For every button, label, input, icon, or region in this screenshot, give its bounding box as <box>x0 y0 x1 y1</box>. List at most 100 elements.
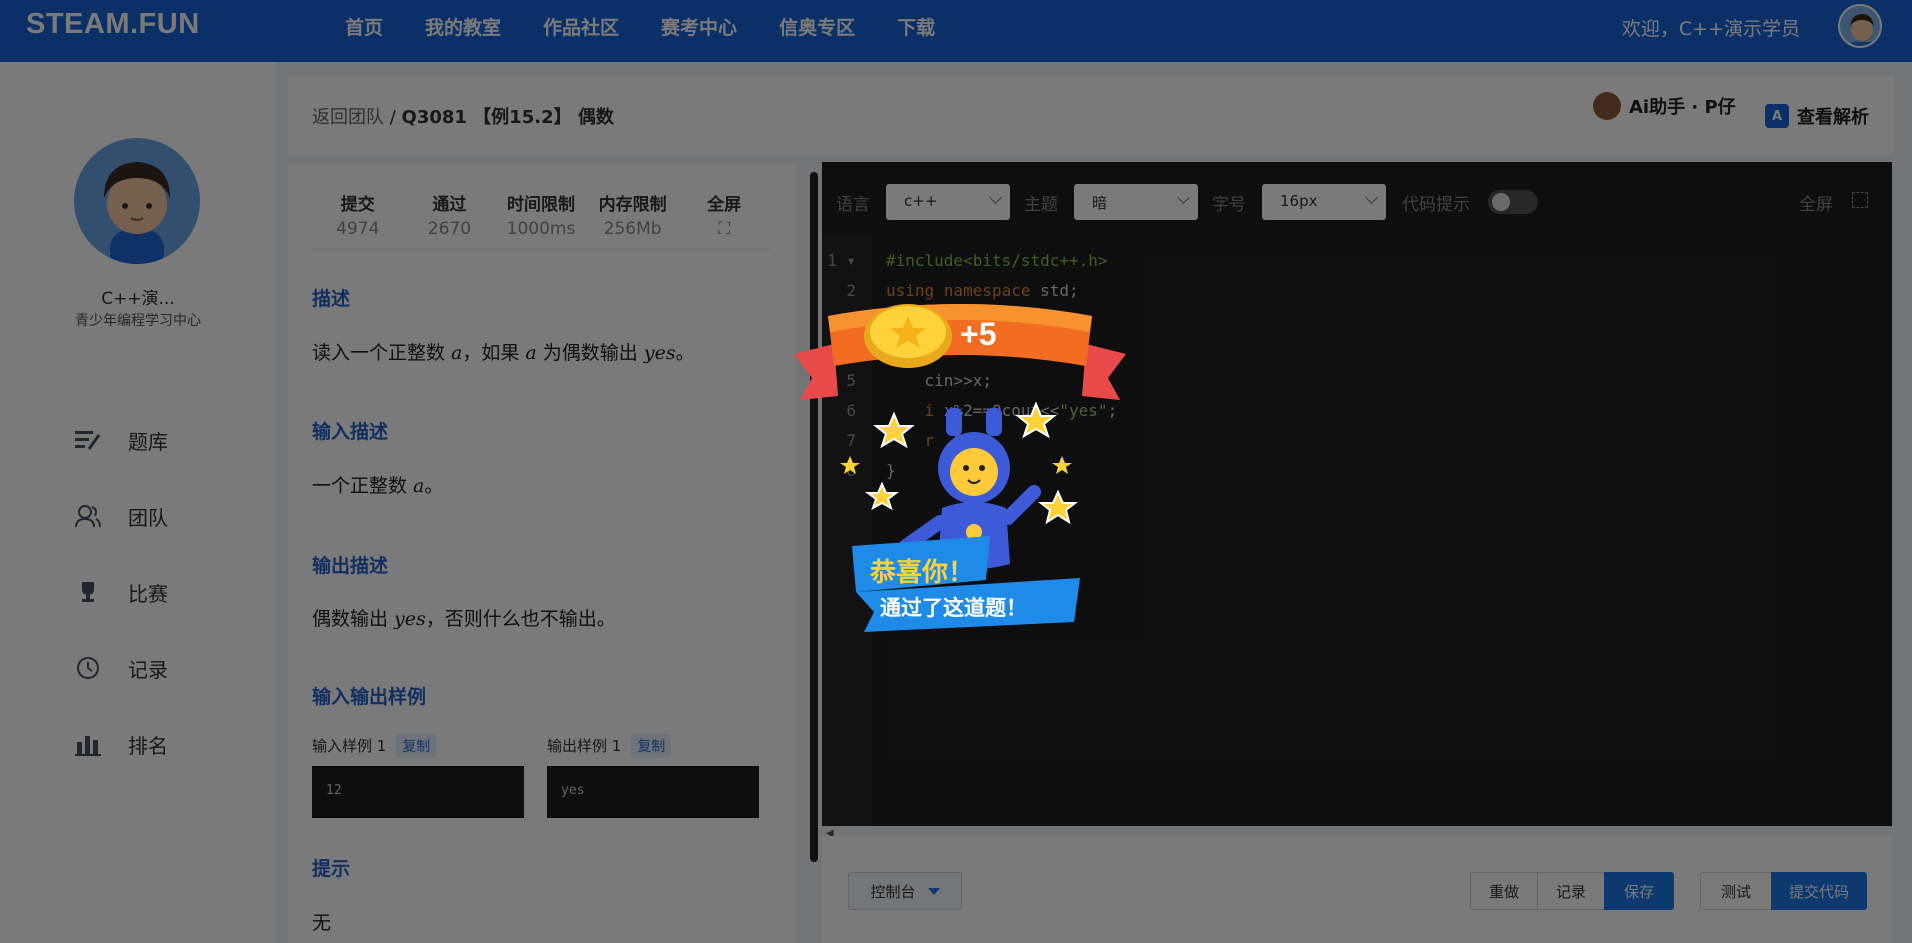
nav-olympiad[interactable]: 信奥专区 <box>779 13 855 40</box>
code-line: 4 <box>846 341 856 360</box>
font-size-value: 16px <box>1280 192 1318 210</box>
editor-toolbar: 语言 c++ 主题 暗 字号 16px 代码提示 全屏 <box>822 162 1892 234</box>
description-text: 读入一个正整数 a，如果 a 为偶数输出 yes。 <box>312 342 695 364</box>
records-button[interactable]: 记录 <box>1537 872 1605 910</box>
main-nav: 首页 我的教室 作品社区 赛考中心 信奥专区 下载 <box>345 0 977 52</box>
code-line: 6 i x%2==0cout<<"yes"; <box>846 401 1118 420</box>
save-button[interactable]: 保存 <box>1604 872 1674 910</box>
breadcrumb: 返回团队 / Q3081 【例15.2】 偶数 <box>312 103 614 129</box>
editor-actions: 控制台 重做 记录 保存 测试 提交代码 <box>822 836 1892 943</box>
code-line: 8} <box>846 461 896 480</box>
hint-text: 无 <box>312 912 332 934</box>
bar-chart-icon <box>74 730 102 758</box>
stat-time-limit: 时间限制 1000ms <box>495 190 587 249</box>
sidebar-item-label: 比赛 <box>128 581 168 606</box>
user-subtitle: 青少年编程学习中心 <box>75 313 201 329</box>
nav-my-classroom[interactable]: 我的教室 <box>425 13 501 40</box>
sidebar-item-label: 题库 <box>128 429 168 454</box>
sidebar-item-ranking[interactable]: 排名 <box>74 706 168 782</box>
console-label: 控制台 <box>870 882 916 901</box>
language-label: 语言 <box>836 195 870 215</box>
user-avatar[interactable] <box>74 138 200 264</box>
stat-value: 4974 <box>336 219 380 239</box>
code-hint-label: 代码提示 <box>1402 195 1470 215</box>
code-area[interactable]: 1 ▾ #include<bits/stdc++.h> 2 using namesp… <box>822 246 1117 486</box>
nav-download[interactable]: 下载 <box>897 13 935 40</box>
stat-accepted: 通过 2670 <box>404 190 496 249</box>
back-to-team-link[interactable]: 返回团队 <box>312 107 384 128</box>
submit-code-button[interactable]: 提交代码 <box>1771 872 1867 910</box>
team-icon <box>74 502 102 530</box>
chevron-down-icon <box>1365 191 1378 204</box>
font-size-label: 字号 <box>1212 195 1246 215</box>
top-navbar: STEAM.FUN 首页 我的教室 作品社区 赛考中心 信奥专区 下载 欢迎，C… <box>0 0 1912 62</box>
problem-stats: 提交 4974 通过 2670 时间限制 1000ms 内存限制 256Mb 全屏 ⛶ <box>312 190 770 250</box>
problem-panel: 提交 4974 通过 2670 时间限制 1000ms 内存限制 256Mb 全屏 ⛶ 描… <box>288 164 796 943</box>
ai-assistant-label: Ai助手 · P仔 <box>1629 97 1736 118</box>
nav-home[interactable]: 首页 <box>345 13 383 40</box>
fullscreen-icon: ⛶ <box>718 219 731 239</box>
theme-value: 暗 <box>1092 194 1108 212</box>
description-heading: 描述 <box>312 288 351 310</box>
stat-submissions: 提交 4974 <box>312 190 404 249</box>
analysis-icon: A <box>1765 104 1789 128</box>
sample-input-box: 12 <box>312 766 524 818</box>
copy-input-button[interactable]: 复制 <box>396 734 437 758</box>
code-line: 7 r 0; <box>846 431 973 450</box>
ai-assistant-button[interactable]: Ai助手 · P仔 <box>1593 92 1736 120</box>
breadcrumb-separator: / <box>384 107 402 128</box>
theme-label: 主题 <box>1024 195 1058 215</box>
sidebar-item-problems[interactable]: 题库 <box>74 402 168 478</box>
stat-label: 通过 <box>432 195 467 215</box>
sidebar-item-label: 记录 <box>128 657 168 682</box>
sample-input-label: 输入样例 1 复制 <box>312 734 437 758</box>
editor-fullscreen-label[interactable]: 全屏 <box>1799 190 1833 215</box>
chevron-down-icon <box>989 191 1002 204</box>
breadcrumb-bar: 返回团队 / Q3081 【例15.2】 偶数 Ai助手 · P仔 A 查看解析 <box>288 76 1894 154</box>
toggle-knob <box>1492 193 1510 211</box>
stat-value: 256Mb <box>603 219 662 239</box>
stat-value: 1000ms <box>506 219 576 239</box>
trophy-icon <box>74 578 102 606</box>
stat-memory-limit: 内存限制 256Mb <box>587 190 679 249</box>
view-analysis-label: 查看解析 <box>1797 107 1869 128</box>
problem-scrollbar[interactable] <box>810 172 818 862</box>
output-description-text: 偶数输出 yes，否则什么也不输出。 <box>312 608 616 630</box>
logo[interactable]: STEAM.FUN <box>26 8 200 41</box>
view-analysis-button[interactable]: A 查看解析 <box>1765 103 1869 129</box>
code-line: 1 ▾ #include<bits/stdc++.h> <box>827 251 1108 270</box>
sidebar-item-contest[interactable]: 比赛 <box>74 554 168 630</box>
hint-heading: 提示 <box>312 858 351 880</box>
console-toggle-button[interactable]: 控制台 <box>848 872 962 910</box>
code-line: 2 using namespace std; <box>846 281 1079 300</box>
sidebar-item-team[interactable]: 团队 <box>74 478 168 554</box>
theme-select[interactable]: 暗 <box>1074 184 1198 220</box>
ai-avatar-icon <box>1593 92 1621 120</box>
code-hint-toggle[interactable] <box>1488 190 1538 214</box>
caret-down-icon <box>927 887 940 895</box>
font-size-select[interactable]: 16px <box>1262 184 1386 220</box>
copy-output-button[interactable]: 复制 <box>631 734 672 758</box>
language-value: c++ <box>904 192 938 210</box>
reset-button[interactable]: 重做 <box>1470 872 1538 910</box>
output-description-heading: 输出描述 <box>312 555 389 577</box>
sidebar-item-label: 排名 <box>128 733 168 758</box>
clock-icon <box>74 654 102 682</box>
language-select[interactable]: c++ <box>886 184 1010 220</box>
list-icon <box>74 426 102 454</box>
code-line: 3 <box>846 311 856 330</box>
user-name: C++演... <box>101 289 175 309</box>
nav-exam-center[interactable]: 赛考中心 <box>661 13 737 40</box>
stat-label: 内存限制 <box>598 195 667 215</box>
fullscreen-toggle[interactable]: 全屏 ⛶ <box>678 190 770 249</box>
test-button[interactable]: 测试 <box>1700 872 1772 910</box>
sample-output-label: 输出样例 1 复制 <box>547 734 672 758</box>
sidebar: C++演... 青少年编程学习中心 题库 团队 比赛 记录 排名 <box>0 62 276 943</box>
sidebar-item-records[interactable]: 记录 <box>74 630 168 706</box>
input-description-heading: 输入描述 <box>312 421 389 443</box>
stat-label: 时间限制 <box>506 195 575 215</box>
fullscreen-icon[interactable] <box>1852 192 1868 208</box>
avatar[interactable] <box>1838 4 1882 48</box>
nav-community[interactable]: 作品社区 <box>543 13 619 40</box>
sidebar-menu: 题库 团队 比赛 记录 排名 <box>74 402 168 782</box>
